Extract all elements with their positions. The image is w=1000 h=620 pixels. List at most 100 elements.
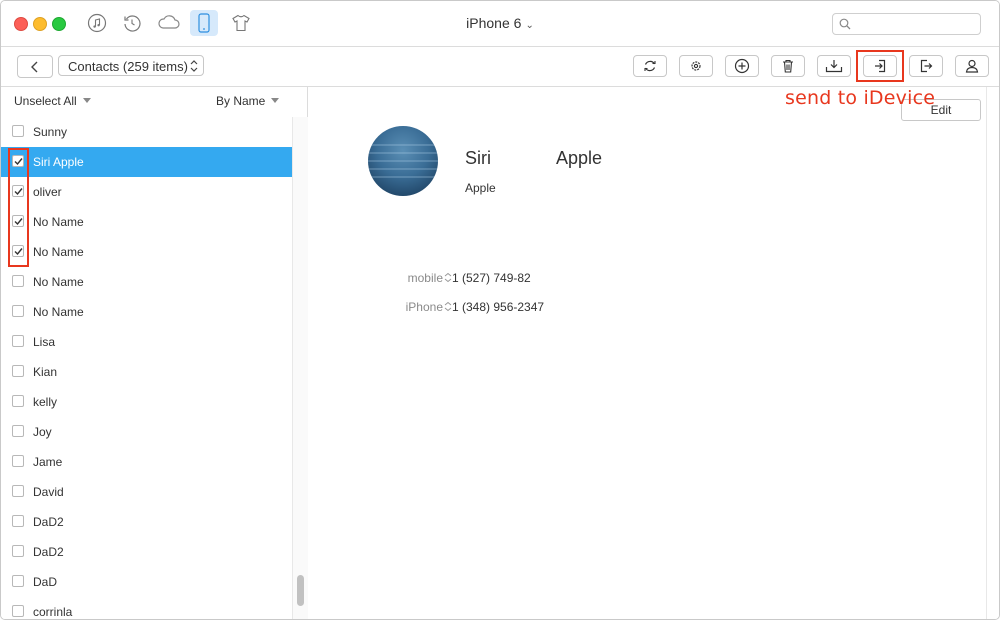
settings-button[interactable]	[679, 55, 713, 77]
contact-name: David	[33, 485, 64, 499]
export-icon	[920, 59, 933, 73]
unselect-all-dropdown[interactable]: Unselect All	[14, 94, 91, 108]
contact-name: DaD2	[33, 515, 64, 529]
contact-checkbox[interactable]	[12, 275, 24, 287]
phone-number[interactable]: 1 (527) 749-82	[452, 271, 531, 285]
contact-checkbox[interactable]	[12, 605, 24, 617]
download-to-computer-button[interactable]	[817, 55, 851, 77]
list-item[interactable]: Joy	[1, 417, 292, 447]
contact-list: Sunny Siri Apple oliver No Name No Name No Na…	[1, 117, 292, 619]
phone-type-label: iPhone	[405, 300, 443, 314]
sort-label: By Name	[216, 94, 266, 108]
contact-detail-panel: Edit Siri Apple Apple mobile 1 (527) 749…	[308, 87, 986, 619]
list-item[interactable]: No Name	[1, 297, 292, 327]
list-header: Unselect All By Name	[1, 87, 292, 117]
list-item[interactable]: Lisa	[1, 327, 292, 357]
contact-name: Sunny	[33, 125, 68, 139]
send-to-device-highlight	[856, 50, 904, 82]
contact-checkbox[interactable]	[12, 395, 24, 407]
contact-name: No Name	[33, 275, 84, 289]
list-item[interactable]: No Name	[1, 267, 292, 297]
title-bar: iPhone 6 ⌄	[1, 1, 999, 47]
sort-dropdown[interactable]: By Name	[216, 94, 280, 108]
list-item[interactable]: David	[1, 477, 292, 507]
list-item[interactable]: No Name	[1, 207, 292, 237]
contact-name: Joy	[33, 425, 52, 439]
contact-checkbox[interactable]	[12, 305, 24, 317]
dropdown-arrow-icon	[82, 98, 91, 103]
contact-name: Siri Apple	[33, 155, 84, 169]
company-name: Apple	[465, 181, 496, 195]
contact-name: No Name	[33, 305, 84, 319]
unselect-all-label: Unselect All	[14, 94, 77, 108]
contact-name: Kian	[33, 365, 58, 379]
contact-name: Jame	[33, 455, 63, 469]
contact-checkbox[interactable]	[12, 515, 24, 527]
add-icon	[734, 58, 750, 74]
phone-type-selector[interactable]: mobile	[408, 271, 452, 285]
search-input[interactable]	[832, 13, 981, 35]
list-item[interactable]: No Name	[1, 237, 292, 267]
contact-checkbox[interactable]	[12, 545, 24, 557]
back-button[interactable]	[17, 55, 53, 78]
contact-icon	[965, 59, 979, 73]
list-item[interactable]: DaD	[1, 567, 292, 597]
download-icon	[825, 60, 843, 73]
list-item[interactable]: Kian	[1, 357, 292, 387]
avatar	[368, 126, 438, 196]
list-item[interactable]: Jame	[1, 447, 292, 477]
contact-list-panel: Unselect All By Name Sunny Siri Apple oliv…	[1, 87, 308, 619]
category-label: Contacts (259 items)	[68, 59, 188, 74]
contact-checkbox[interactable]	[12, 335, 24, 347]
contact-checkbox[interactable]	[12, 575, 24, 587]
search-icon	[839, 18, 851, 30]
scroll-thumb[interactable]	[297, 575, 304, 606]
contact-button[interactable]	[955, 55, 989, 77]
contact-checkbox[interactable]	[12, 365, 24, 377]
list-item[interactable]: Sunny	[1, 117, 292, 147]
up-down-chevron-icon	[190, 60, 198, 72]
contact-name: No Name	[33, 245, 84, 259]
list-item[interactable]: Siri Apple	[1, 147, 292, 177]
export-button[interactable]	[909, 55, 943, 77]
toolbar: Contacts (259 items)	[1, 47, 999, 87]
refresh-button[interactable]	[633, 55, 667, 77]
contact-name: Lisa	[33, 335, 56, 349]
phone-type-label: mobile	[407, 271, 443, 285]
app-window: iPhone 6 ⌄ Contacts (259 items) Unselect…	[0, 0, 1000, 620]
contact-name: kelly	[33, 395, 58, 409]
phone-type-selector[interactable]: iPhone	[406, 300, 452, 314]
settings-icon	[691, 61, 701, 71]
first-name: Siri	[465, 148, 491, 168]
list-item[interactable]: DaD2	[1, 507, 292, 537]
dropdown-arrow-icon	[271, 98, 280, 103]
contact-name: oliver	[33, 185, 62, 199]
contact-checkbox[interactable]	[12, 425, 24, 437]
refresh-icon	[644, 60, 656, 72]
category-select[interactable]: Contacts (259 items)	[58, 55, 204, 76]
detail-scrollbar[interactable]	[986, 87, 999, 619]
list-item[interactable]: corrinla	[1, 597, 292, 619]
annotation-label: send to iDevice	[785, 87, 936, 109]
list-item[interactable]: oliver	[1, 177, 292, 207]
contact-name: DaD	[33, 575, 58, 589]
list-scrollbar[interactable]	[292, 117, 308, 619]
contact-checkbox[interactable]	[12, 455, 24, 467]
last-name: Apple	[556, 148, 603, 168]
device-name: iPhone 6	[466, 15, 522, 31]
add-button[interactable]	[725, 55, 759, 77]
checked-items-highlight	[8, 148, 29, 267]
contact-name: No Name	[33, 215, 84, 229]
chevron-left-icon	[31, 61, 38, 72]
chevron-down-icon: ⌄	[525, 20, 534, 31]
delete-button[interactable]	[771, 55, 805, 77]
up-down-chevron-icon	[444, 272, 452, 283]
contact-checkbox[interactable]	[12, 125, 24, 137]
contact-checkbox[interactable]	[12, 485, 24, 497]
list-item[interactable]: kelly	[1, 387, 292, 417]
phone-number[interactable]: 1 (348) 956-2347	[452, 300, 544, 314]
phone-row: iPhone 1 (348) 956-2347	[308, 300, 708, 316]
up-down-chevron-icon	[444, 301, 452, 312]
list-item[interactable]: DaD2	[1, 537, 292, 567]
contact-name: corrinla	[33, 605, 73, 619]
